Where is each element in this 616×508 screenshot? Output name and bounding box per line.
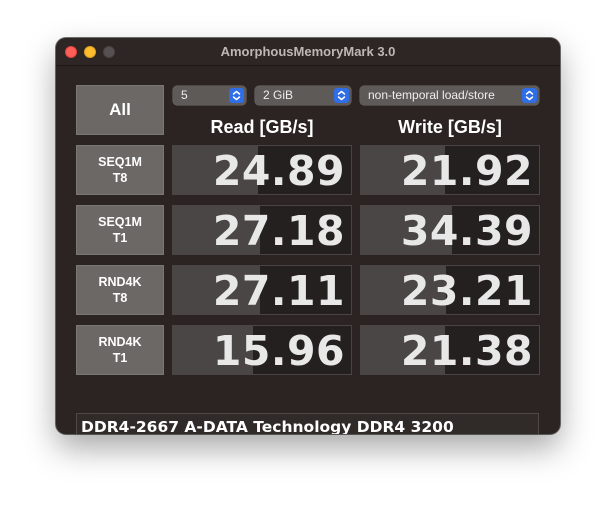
read-result-rnd4k-t1: 15.96	[172, 325, 352, 375]
test-threads: T8	[112, 171, 128, 185]
comment-field[interactable]	[77, 414, 538, 434]
test-threads: T8	[112, 291, 128, 305]
title-bar: AmorphousMemoryMark 3.0	[56, 38, 560, 66]
read-result-seq1m-t1: 27.18	[172, 205, 352, 255]
test-name: RND4K	[98, 275, 142, 289]
read-value: 15.96	[212, 327, 345, 375]
window-title: AmorphousMemoryMark 3.0	[220, 44, 396, 59]
test-button-rnd4k-t8[interactable]: RND4K T8	[76, 265, 164, 315]
test-threads: T1	[112, 351, 128, 365]
main-panel: All 5 2 GiB non-temporal load/store Read…	[56, 66, 560, 434]
app-window: AmorphousMemoryMark 3.0 All 5 2 GiB non-…	[56, 38, 560, 434]
comment-field-container	[76, 413, 539, 434]
test-threads: T1	[112, 231, 128, 245]
test-size-value: 2 GiB	[263, 88, 294, 102]
test-size-select[interactable]: 2 GiB	[255, 86, 351, 105]
access-mode-select[interactable]: non-temporal load/store	[360, 86, 539, 105]
chevron-updown-icon	[334, 88, 349, 103]
test-name: SEQ1M	[98, 215, 142, 229]
write-column-header: Write [GB/s]	[398, 117, 502, 137]
run-all-button[interactable]: All	[76, 85, 164, 135]
write-value: 21.38	[400, 327, 533, 375]
test-count-value: 5	[181, 88, 188, 102]
test-count-select[interactable]: 5	[173, 86, 246, 105]
write-result-seq1m-t1: 34.39	[360, 205, 540, 255]
write-result-rnd4k-t8: 23.21	[360, 265, 540, 315]
access-mode-value: non-temporal load/store	[368, 88, 495, 102]
chevron-updown-icon	[229, 88, 244, 103]
write-value: 23.21	[400, 267, 533, 315]
read-result-seq1m-t8: 24.89	[172, 145, 352, 195]
test-button-seq1m-t1[interactable]: SEQ1M T1	[76, 205, 164, 255]
test-button-seq1m-t8[interactable]: SEQ1M T8	[76, 145, 164, 195]
read-value: 27.11	[212, 267, 345, 315]
write-result-seq1m-t8: 21.92	[360, 145, 540, 195]
read-value: 24.89	[212, 147, 345, 195]
read-result-rnd4k-t8: 27.11	[172, 265, 352, 315]
write-value: 34.39	[400, 207, 533, 255]
test-button-rnd4k-t1[interactable]: RND4K T1	[76, 325, 164, 375]
chevron-updown-icon	[522, 88, 537, 103]
read-column-header: Read [GB/s]	[210, 117, 314, 137]
write-value: 21.92	[400, 147, 533, 195]
read-value: 27.18	[212, 207, 345, 255]
write-result-rnd4k-t1: 21.38	[360, 325, 540, 375]
test-name: SEQ1M	[98, 155, 142, 169]
test-name: RND4K	[98, 335, 142, 349]
